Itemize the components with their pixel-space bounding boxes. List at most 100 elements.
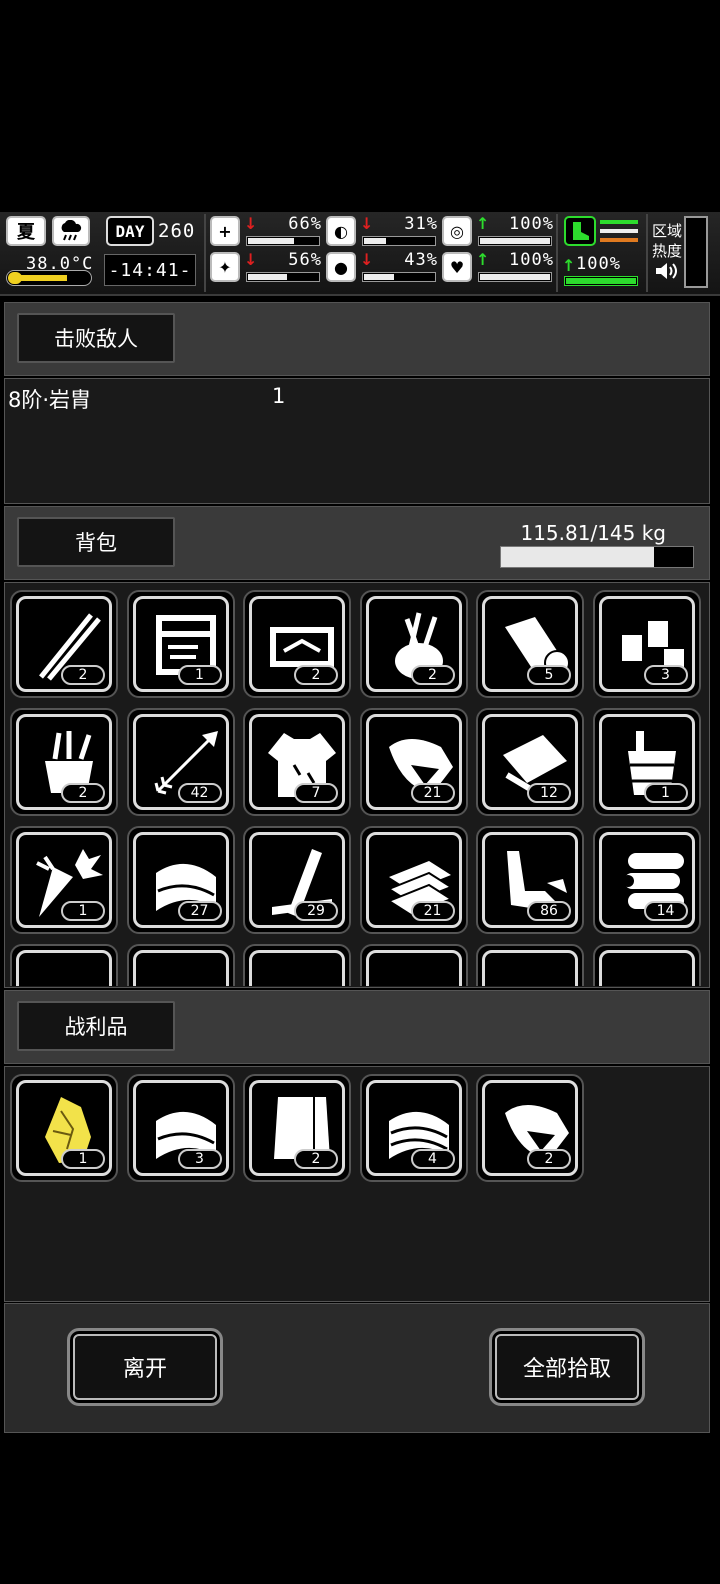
- tab-defeated-enemies[interactable]: 击败敌人: [17, 313, 175, 363]
- item-slot[interactable]: 2: [243, 590, 351, 698]
- bottle-icon: [381, 961, 457, 986]
- item-count-badge: 14: [643, 901, 688, 921]
- pile-icon: [497, 961, 573, 986]
- item-slot[interactable]: 2: [476, 1074, 584, 1182]
- day-number: 260: [158, 220, 196, 242]
- stat-bar-fill: [480, 238, 550, 244]
- stat-bar-fill: [364, 238, 386, 244]
- item-slot[interactable]: 1: [126, 590, 235, 698]
- clock: -14:41-: [104, 254, 196, 286]
- take-all-button[interactable]: 全部拾取: [489, 1328, 645, 1406]
- stat-value: 56%: [288, 250, 322, 270]
- item-slot[interactable]: 3: [126, 1074, 235, 1182]
- stat-thirst: ● ↓ 43%: [326, 250, 438, 286]
- item-count-badge: 86: [527, 901, 571, 921]
- item-slot[interactable]: 1: [10, 826, 118, 934]
- trend-up-icon: ↑: [476, 250, 490, 269]
- stat-health: + ↓ 66%: [210, 214, 322, 250]
- item-slot[interactable]: 5: [476, 590, 584, 698]
- trend-up-icon: ↑: [476, 214, 490, 233]
- item-slot-frame: [482, 950, 578, 986]
- item-count-badge: 21: [410, 783, 455, 803]
- water-drop-icon: ●: [326, 252, 356, 282]
- boot-value: 100%: [576, 254, 621, 274]
- item-slot-frame: [365, 950, 462, 986]
- item-slot[interactable]: 7: [243, 708, 351, 816]
- tab-loot[interactable]: 战利品: [17, 1001, 175, 1051]
- speaker-icon[interactable]: [654, 260, 680, 282]
- stat-bar: [362, 236, 436, 246]
- carry-weight-fill: [501, 547, 655, 567]
- item-count-badge: 1: [61, 1149, 105, 1169]
- boot-icon: [564, 216, 596, 246]
- item-count-badge: 42: [177, 783, 222, 803]
- item-count-badge: 2: [410, 665, 455, 685]
- item-slot[interactable]: 86: [476, 826, 584, 934]
- stat-bar-fill: [364, 274, 395, 280]
- item-slot[interactable]: 2: [243, 1074, 351, 1182]
- item-slot[interactable]: 2: [359, 590, 468, 698]
- item-slot-frame: 2: [16, 714, 112, 810]
- item-slot-frame: 5: [482, 596, 578, 692]
- heat-meter: [684, 216, 708, 288]
- leave-button[interactable]: 离开: [67, 1328, 223, 1406]
- item-slot[interactable]: 27: [126, 826, 235, 934]
- item-slot[interactable]: [10, 944, 118, 986]
- trend-down-icon: ↓: [360, 214, 374, 233]
- item-slot[interactable]: 21: [359, 708, 468, 816]
- item-slot-frame: 2: [482, 1080, 578, 1176]
- item-slot[interactable]: 2: [10, 708, 118, 816]
- item-slot[interactable]: 2: [10, 590, 118, 698]
- thermometer-icon: [6, 270, 92, 286]
- item-slot[interactable]: 4: [359, 1074, 468, 1182]
- item-slot[interactable]: [592, 944, 701, 986]
- item-count-badge: 2: [61, 665, 105, 685]
- action-bar: 离开 全部拾取: [4, 1303, 710, 1433]
- item-count-badge: 21: [410, 901, 455, 921]
- item-slot-frame: 2: [365, 596, 462, 692]
- item-slot-frame: [598, 950, 695, 986]
- item-count-badge: 2: [61, 783, 105, 803]
- weather-rain-cloud-icon: [52, 216, 90, 246]
- item-slot[interactable]: [476, 944, 584, 986]
- heat-label: 热度: [652, 242, 683, 260]
- item-slot[interactable]: 3: [592, 590, 701, 698]
- item-count-badge: 3: [177, 1149, 222, 1169]
- stat-bar-fill: [480, 274, 550, 280]
- backpack-grid: 2 1 2 2 5 3 2 42 7 21 12 1 1 27 29 21 86 14: [10, 590, 710, 986]
- item-slot[interactable]: 1: [10, 1074, 118, 1182]
- item-slot[interactable]: 21: [359, 826, 468, 934]
- item-slot[interactable]: 12: [476, 708, 584, 816]
- season-icon: 夏: [6, 216, 46, 246]
- stat-sanity: ✦ ↓ 56%: [210, 250, 322, 286]
- medkit-icon: +: [210, 216, 240, 246]
- item-slot[interactable]: [359, 944, 468, 986]
- item-slot[interactable]: [243, 944, 351, 986]
- item-slot[interactable]: 29: [243, 826, 351, 934]
- stat-value: 31%: [404, 214, 438, 234]
- item-slot-frame: 4: [365, 1080, 462, 1176]
- stat-bar: [478, 236, 552, 246]
- item-slot-frame: 1: [16, 832, 112, 928]
- item-slot-frame: [132, 950, 229, 986]
- item-slot-frame: [16, 950, 112, 986]
- stat-bar-fill: [248, 274, 288, 280]
- item-slot-frame: 1: [598, 714, 695, 810]
- item-slot[interactable]: 1: [592, 708, 701, 816]
- item-slot-frame: 86: [482, 832, 578, 928]
- crate-icon: [148, 961, 224, 986]
- tab-backpack[interactable]: 背包: [17, 517, 175, 567]
- item-count-badge: 27: [177, 901, 222, 921]
- item-slot-frame: 12: [482, 714, 578, 810]
- stat-value: 43%: [404, 250, 438, 270]
- item-count-badge: 2: [294, 665, 338, 685]
- item-slot[interactable]: 14: [592, 826, 701, 934]
- item-slot-frame: 7: [249, 714, 345, 810]
- item-slot[interactable]: 42: [126, 708, 235, 816]
- item-count-badge: 7: [294, 783, 338, 803]
- rope-icon: [614, 961, 690, 986]
- item-slot-frame: 1: [16, 1080, 112, 1176]
- chest-icon: [264, 961, 340, 986]
- item-slot[interactable]: [126, 944, 235, 986]
- stat-hunger: ◐ ↓ 31%: [326, 214, 438, 250]
